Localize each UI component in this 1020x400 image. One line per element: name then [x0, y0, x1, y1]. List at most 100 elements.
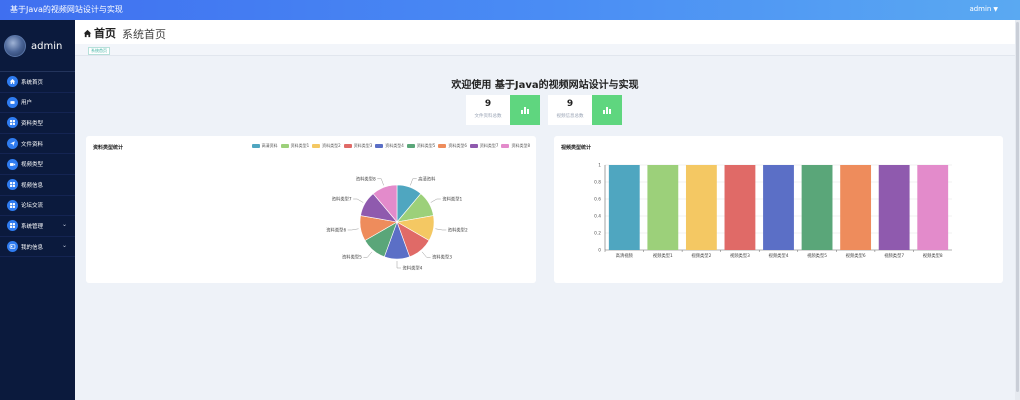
bar[interactable]: [878, 165, 910, 250]
pie-slice-label: 资料类型7: [332, 196, 352, 203]
user-menu[interactable]: admin ▼: [969, 5, 998, 13]
pie-slice-label: 资料类型3: [432, 254, 452, 261]
send-icon: [7, 138, 18, 150]
pie-slice-label: 资料类型8: [356, 175, 376, 182]
x-tick-label: 视频类型6: [846, 252, 866, 259]
pie-slice-label: 高清资料: [418, 175, 436, 182]
user-menu-label: admin: [969, 5, 992, 13]
stat-value: 9: [566, 99, 574, 109]
welcome-heading: 欢迎使用 基于Java的视频网站设计与实现: [451, 80, 639, 91]
x-tick-label: 视频类型7: [884, 252, 904, 259]
pie-slice-label: 资料类型6: [326, 226, 346, 233]
page-header: 首页 系统首页: [75, 20, 1015, 44]
grid-icon: [7, 220, 18, 232]
sidebar: admin 系统首页 用户 资料类型 文件资料 视频类型 视频信息 论坛交流 系统管理 ⌄ 我的信…: [0, 20, 75, 400]
grid-icon: [7, 179, 18, 191]
grid-icon: [7, 117, 18, 129]
sidebar-item-label: 视频类型: [21, 162, 44, 169]
pie-leader-line: [435, 228, 447, 231]
bar[interactable]: [840, 165, 872, 250]
page-title: 系统首页: [122, 28, 166, 41]
chevron-down-icon: ⌄: [61, 221, 67, 229]
bar[interactable]: [763, 165, 794, 250]
x-tick-label: 高清视频: [616, 252, 634, 259]
pie-leader-line: [396, 261, 401, 269]
bar[interactable]: [608, 165, 640, 250]
scrollbar[interactable]: [1015, 20, 1020, 400]
bar[interactable]: [801, 165, 833, 250]
profile: admin: [4, 35, 62, 57]
stat-label: 视频信息总数: [556, 114, 584, 119]
pie-leader-line: [430, 198, 441, 203]
bar[interactable]: [917, 165, 949, 250]
home-icon: [7, 76, 18, 88]
chevron-down-icon: ⌄: [61, 241, 67, 249]
sidebar-item-label: 系统首页: [21, 79, 44, 86]
avatar: [4, 35, 26, 57]
y-tick-label: 0.8: [594, 180, 601, 186]
bar[interactable]: [685, 165, 717, 250]
sidebar-item-label: 系统管理: [21, 223, 44, 230]
pie-leader-line: [421, 251, 431, 258]
stat-box: 9 文件资料总数: [466, 95, 510, 125]
breadcrumb-bar: 系统首页: [75, 44, 1015, 56]
home-crumb[interactable]: 首页: [83, 25, 116, 41]
sidebar-item[interactable]: 视频信息: [0, 175, 75, 196]
x-tick-label: 视频类型8: [923, 252, 943, 259]
sidebar-item-label: 文件资料: [21, 141, 44, 148]
bar[interactable]: [724, 165, 756, 250]
pie-leader-line: [363, 251, 373, 258]
sidebar-item[interactable]: 我的信息 ⌄: [0, 237, 75, 258]
y-tick-label: 0.2: [594, 231, 601, 237]
pie-leader-line: [410, 178, 417, 186]
sidebar-item[interactable]: 用户: [0, 93, 75, 114]
stat-box: 9 视频信息总数: [548, 95, 592, 125]
sidebar-item-label: 我的信息: [21, 244, 44, 251]
pie-slice-label: 资料类型2: [448, 226, 468, 233]
bar-chart-card: 视频类型统计 0 0.2 0.4 0.6 0.8 1 高清视频 视频类型1 视频类型2 视频类型3…: [554, 136, 1003, 283]
pie-slice-label: 资料类型4: [403, 265, 423, 272]
pie-slice-label: 资料类型5: [342, 254, 362, 261]
bar[interactable]: [647, 165, 679, 250]
x-tick-label: 视频类型3: [730, 252, 750, 259]
stat-card-files: 9 文件资料总数: [466, 95, 540, 125]
y-tick-label: 0.4: [594, 214, 601, 220]
sidebar-item[interactable]: 论坛交流: [0, 196, 75, 217]
sidebar-item-label: 视频信息: [21, 182, 44, 189]
y-tick-label: 1: [598, 163, 601, 169]
user-icon: [7, 96, 18, 108]
stat-value: 9: [484, 99, 492, 109]
sidebar-item-label: 用户: [21, 100, 33, 107]
id-card-icon: [7, 241, 18, 253]
x-tick-label: 视频类型2: [691, 252, 711, 259]
pie-leader-line: [353, 198, 364, 203]
pie-leader-line: [347, 228, 359, 231]
x-tick-label: 视频类型5: [807, 252, 827, 259]
sidebar-item-label: 论坛交流: [21, 203, 44, 210]
sidebar-menu: 系统首页用户资料类型文件资料视频类型视频信息论坛交流系统管理 ⌄ 我的信息 ⌄: [0, 72, 75, 258]
top-bar: 基于Java的视频网站设计与实现 admin ▼: [0, 0, 1020, 20]
x-tick-label: 视频类型4: [769, 252, 789, 259]
profile-name: admin: [31, 40, 63, 52]
sidebar-item[interactable]: 系统管理 ⌄: [0, 216, 75, 237]
caret-down-icon: ▼: [993, 6, 998, 13]
bar-chart: 0 0.2 0.4 0.6 0.8 1 高清视频 视频类型1 视频类型2 视频类型3 视频类型4 视频…: [594, 163, 952, 259]
x-tick-label: 视频类型1: [653, 252, 673, 259]
sidebar-item-label: 资料类型: [21, 120, 44, 127]
sidebar-item[interactable]: 系统首页: [0, 72, 75, 93]
scrollbar-thumb[interactable]: [1016, 22, 1019, 392]
sidebar-item[interactable]: 文件资料: [0, 134, 75, 155]
grid-icon: [7, 199, 18, 211]
stat-label: 文件资料总数: [474, 114, 502, 119]
breadcrumb-tag[interactable]: 系统首页: [88, 47, 110, 55]
y-tick-label: 0: [598, 248, 601, 254]
pie-slice-label: 资料类型1: [442, 196, 462, 203]
bar-chart-icon: [510, 95, 540, 125]
bar-chart-icon: [592, 95, 622, 125]
sidebar-item[interactable]: 视频类型: [0, 154, 75, 175]
pie-chart: 高清资料资料类型1 资料类型2 资料类型3 资料类型4 资料类型5 资料类型6 资料类型7 资…: [326, 175, 468, 272]
home-icon: [83, 29, 92, 37]
stat-card-videos: 9 视频信息总数: [548, 95, 622, 125]
y-tick-label: 0.6: [594, 197, 601, 203]
sidebar-item[interactable]: 资料类型: [0, 113, 75, 134]
